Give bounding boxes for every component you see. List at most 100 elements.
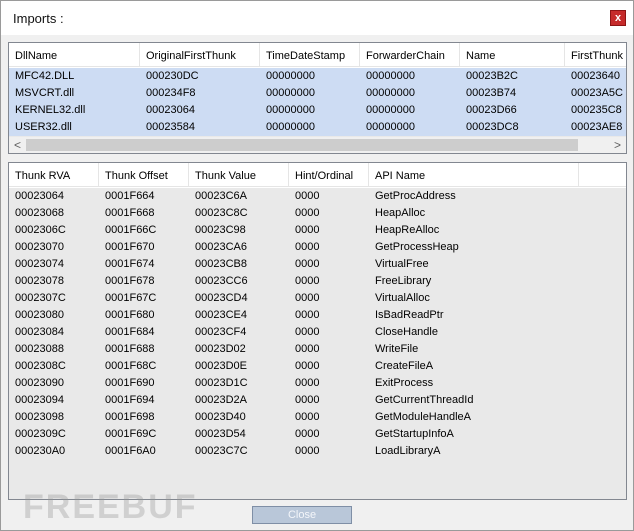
dll-row-cell: 00023584 — [146, 121, 195, 133]
column-header-originalfirstthunk[interactable]: OriginalFirstThunk — [140, 43, 260, 67]
imports-dialog: Imports : x DllName OriginalFirstThunk T… — [0, 0, 634, 531]
thunk-row[interactable]: 00023068 0001F668 00023C8C 0000 HeapAlloc — [9, 205, 579, 222]
thunk-row-cell: 0000 — [295, 190, 320, 202]
thunk-row-cell: 0002306C — [15, 224, 66, 236]
horizontal-scrollbar[interactable]: < > — [9, 136, 626, 153]
thunk-row-cell: WriteFile — [375, 343, 419, 355]
scroll-left-icon[interactable]: < — [9, 137, 26, 153]
thunk-row-cell: 00023C7C — [195, 445, 248, 457]
scroll-right-icon[interactable]: > — [609, 137, 626, 153]
thunk-row-cell: 0001F698 — [105, 411, 155, 423]
thunk-row-cell: 0000 — [295, 275, 320, 287]
column-header-thunk-value[interactable]: Thunk Value — [189, 163, 289, 187]
dll-row-cell: 00000000 — [266, 121, 315, 133]
thunk-row[interactable]: 00023090 0001F690 00023D1C 0000 ExitProcess — [9, 375, 579, 392]
thunk-row-cell: VirtualFree — [375, 258, 429, 270]
thunk-row[interactable]: 0002308C 0001F68C 00023D0E 0000 CreateFileA — [9, 358, 579, 375]
thunk-row[interactable]: 00023094 0001F694 00023D2A 0000 GetCurrentTh… — [9, 392, 579, 409]
thunk-row[interactable]: 00023064 0001F664 00023C6A 0000 GetProcAddre… — [9, 188, 579, 205]
thunk-row-cell: 00023C8C — [195, 207, 248, 219]
thunk-row-cell: 00023CC6 — [195, 275, 248, 287]
column-header-api-name[interactable]: API Name — [369, 163, 579, 187]
thunk-row-cell: 00023CA6 — [195, 241, 247, 253]
column-header-dllname[interactable]: DllName — [9, 43, 140, 67]
thunk-row-cell: 00023C98 — [195, 224, 246, 236]
thunk-row[interactable]: 0002307C 0001F67C 00023CD4 0000 VirtualAlloc — [9, 290, 579, 307]
column-header-timedatestamp[interactable]: TimeDateStamp — [260, 43, 360, 67]
column-header-thunk-rva[interactable]: Thunk RVA — [9, 163, 99, 187]
thunk-row[interactable]: 00023098 0001F698 00023D40 0000 GetModuleHan… — [9, 409, 579, 426]
thunk-row-cell: FreeLibrary — [375, 275, 432, 287]
dll-row-cell: 00023064 — [146, 104, 195, 116]
thunk-row-cell: 00023CF4 — [195, 326, 247, 338]
dll-row[interactable]: USER32.dll 00023584 00000000 00000000 00023D… — [9, 119, 626, 136]
thunk-row-cell: 0000 — [295, 445, 320, 457]
dll-row-cell: MFC42.DLL — [15, 70, 75, 82]
close-button[interactable]: Close — [252, 506, 352, 524]
close-window-icon[interactable]: x — [610, 10, 626, 26]
dll-row[interactable]: MSVCRT.dll 000234F8 00000000 00000000 00023B… — [9, 85, 626, 102]
thunk-row-cell: 00023078 — [15, 275, 64, 287]
thunk-row-cell: HeapReAlloc — [375, 224, 440, 236]
thunk-row-cell: 0001F67C — [105, 292, 157, 304]
dll-row-cell: 00023B2C — [466, 70, 518, 82]
dll-row-cell: 00000000 — [366, 121, 415, 133]
column-header-forwarderchain[interactable]: ForwarderChain — [360, 43, 460, 67]
thunk-row-cell: 0001F664 — [105, 190, 155, 202]
column-header-empty — [579, 163, 626, 187]
column-header-thunk-offset[interactable]: Thunk Offset — [99, 163, 189, 187]
thunk-row-cell: 0000 — [295, 224, 320, 236]
thunk-row-cell: 00023088 — [15, 343, 64, 355]
thunk-row[interactable]: 00023080 0001F680 00023CE4 0000 IsBadReadPtr — [9, 307, 579, 324]
thunk-row-cell: 00023D2A — [195, 394, 247, 406]
dll-row-cell: 00023DC8 — [466, 121, 519, 133]
thunk-row-cell: 0001F68C — [105, 360, 157, 372]
dll-list-rows: MFC42.DLL 000230DC 00000000 00000000 00023B2… — [9, 68, 626, 136]
dll-row[interactable]: KERNEL32.dll 00023064 00000000 00000000 0002… — [9, 102, 626, 119]
thunk-row-cell: 0001F694 — [105, 394, 155, 406]
thunk-row[interactable]: 00023074 0001F674 00023CB8 0000 VirtualFree — [9, 256, 579, 273]
thunk-row-cell: HeapAlloc — [375, 207, 426, 219]
thunk-row[interactable]: 00023084 0001F684 00023CF4 0000 CloseHandle — [9, 324, 579, 341]
thunk-row-cell: 00023094 — [15, 394, 64, 406]
scrollbar-thumb[interactable] — [26, 139, 578, 151]
thunk-list: Thunk RVA Thunk Offset Thunk Value Hint/… — [8, 162, 627, 500]
dll-row-cell: 00023A5C — [571, 87, 623, 99]
thunk-row-cell: GetProcAddress — [375, 190, 456, 202]
thunk-row-cell: GetModuleHandleA — [375, 411, 472, 423]
thunk-row-cell: ExitProcess — [375, 377, 434, 389]
thunk-row[interactable]: 00023078 0001F678 00023CC6 0000 FreeLibrary — [9, 273, 579, 290]
dll-row-cell: 00000000 — [366, 104, 415, 116]
watermark: FREEBUF — [23, 488, 198, 526]
column-header-name[interactable]: Name — [460, 43, 565, 67]
thunk-row-cell: 0001F6A0 — [105, 445, 156, 457]
column-header-firstthunk[interactable]: FirstThunk — [565, 43, 626, 67]
thunk-row[interactable]: 0002309C 0001F69C 00023D54 0000 GetStartupIn… — [9, 426, 579, 443]
thunk-row-cell: 00023C6A — [195, 190, 247, 202]
thunk-row-cell: 0000 — [295, 309, 320, 321]
thunk-row-cell: 00023074 — [15, 258, 64, 270]
thunk-row-cell: CreateFileA — [375, 360, 434, 372]
column-header-hint-ordinal[interactable]: Hint/Ordinal — [289, 163, 369, 187]
thunk-row-cell: 0001F69C — [105, 428, 157, 440]
thunk-row-cell: 00023068 — [15, 207, 64, 219]
thunk-row[interactable]: 000230A0 0001F6A0 00023C7C 0000 LoadLibraryA — [9, 443, 579, 460]
thunk-row-cell: CloseHandle — [375, 326, 438, 338]
thunk-row[interactable]: 0002306C 0001F66C 00023C98 0000 HeapReAlloc — [9, 222, 579, 239]
dll-row-cell: 00023640 — [571, 70, 620, 82]
thunk-row-cell: 0002309C — [15, 428, 66, 440]
dll-row[interactable]: MFC42.DLL 000230DC 00000000 00000000 00023B2… — [9, 68, 626, 85]
thunk-row-cell: 000230A0 — [15, 445, 66, 457]
dll-row-cell: 00000000 — [366, 87, 415, 99]
thunk-row-cell: 0000 — [295, 241, 320, 253]
thunk-row-cell: 0001F690 — [105, 377, 155, 389]
dll-row-cell: MSVCRT.dll — [15, 87, 75, 99]
thunk-row-cell: 0000 — [295, 326, 320, 338]
thunk-row-cell: 00023098 — [15, 411, 64, 423]
thunk-row-cell: 00023084 — [15, 326, 64, 338]
thunk-row[interactable]: 00023088 0001F688 00023D02 0000 WriteFile — [9, 341, 579, 358]
dll-row-cell: 00023AE8 — [571, 121, 623, 133]
dll-row-cell: 00000000 — [366, 70, 415, 82]
thunk-row[interactable]: 00023070 0001F670 00023CA6 0000 GetProcessHe… — [9, 239, 579, 256]
thunk-row-cell: 00023CD4 — [195, 292, 248, 304]
